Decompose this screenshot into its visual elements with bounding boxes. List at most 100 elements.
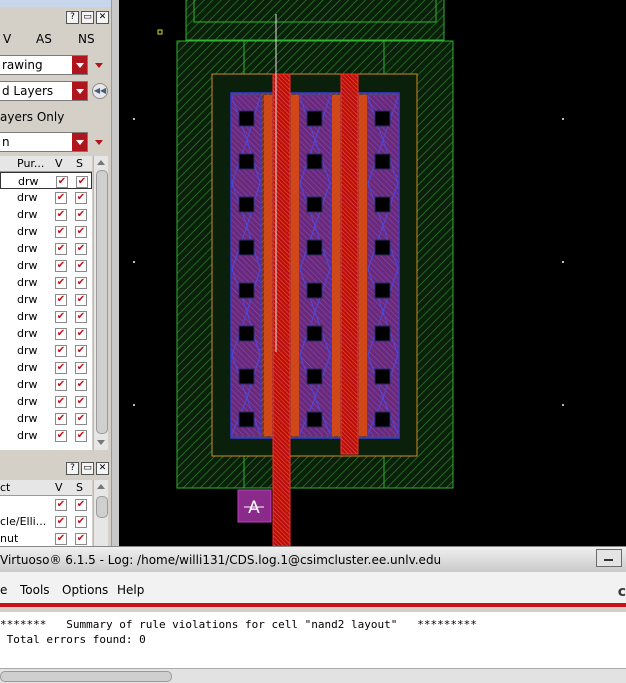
log-horizontal-scrollbar[interactable]: [0, 668, 626, 683]
visible-checkbox[interactable]: ✔: [55, 413, 67, 425]
menu-help[interactable]: Help: [117, 583, 144, 597]
chevron-down-icon[interactable]: [95, 140, 103, 145]
layer-row[interactable]: drw ✔ ✔: [0, 240, 92, 257]
layer-row[interactable]: drw ✔ ✔: [0, 427, 92, 444]
close-icon[interactable]: ✕: [96, 462, 109, 475]
layers-only-label[interactable]: ayers Only: [0, 110, 64, 124]
object-table-scrollbar[interactable]: [93, 480, 108, 546]
visible-checkbox[interactable]: ✔: [55, 379, 67, 391]
object-row[interactable]: ✔ ✔: [0, 496, 92, 513]
visible-checkbox[interactable]: ✔: [56, 176, 68, 188]
layer-row[interactable]: drw ✔ ✔: [0, 189, 92, 206]
close-icon[interactable]: ✕: [96, 11, 109, 24]
menu-options[interactable]: Options: [62, 583, 108, 597]
visible-checkbox[interactable]: ✔: [55, 277, 67, 289]
help-icon[interactable]: ?: [66, 462, 79, 475]
visible-checkbox[interactable]: ✔: [55, 533, 67, 545]
selectable-checkbox[interactable]: ✔: [75, 209, 87, 221]
visible-checkbox[interactable]: ✔: [55, 192, 67, 204]
layer-row[interactable]: drw ✔ ✔: [0, 257, 92, 274]
search-select[interactable]: n: [0, 132, 88, 152]
object-row[interactable]: cle/Elli... ✔ ✔: [0, 513, 92, 530]
visible-checkbox[interactable]: ✔: [55, 499, 67, 511]
layer-row[interactable]: drw ✔ ✔: [0, 308, 92, 325]
s-column-header[interactable]: S: [76, 156, 83, 171]
object-row[interactable]: nut ✔ ✔: [0, 530, 92, 546]
v-column-header[interactable]: V: [55, 156, 63, 171]
selectable-checkbox[interactable]: ✔: [75, 533, 87, 545]
v-toggle[interactable]: V: [3, 32, 11, 46]
layer-table-scrollbar[interactable]: [93, 156, 108, 450]
scroll-thumb[interactable]: [96, 496, 108, 518]
as-toggle[interactable]: AS: [36, 32, 52, 46]
visible-checkbox[interactable]: ✔: [55, 516, 67, 528]
visible-checkbox[interactable]: ✔: [55, 345, 67, 357]
visible-checkbox[interactable]: ✔: [55, 328, 67, 340]
layers-filter-select[interactable]: d Layers: [0, 81, 88, 101]
visible-checkbox[interactable]: ✔: [55, 226, 67, 238]
selectable-checkbox[interactable]: ✔: [75, 294, 87, 306]
selectable-checkbox[interactable]: ✔: [75, 345, 87, 357]
rewind-icon[interactable]: ◀◀: [92, 83, 108, 99]
selectable-checkbox[interactable]: ✔: [76, 176, 88, 188]
layer-row[interactable]: drw ✔ ✔: [0, 206, 92, 223]
layer-row[interactable]: drw ✔ ✔: [0, 376, 92, 393]
v-column-header[interactable]: V: [55, 480, 63, 495]
chevron-down-icon[interactable]: [72, 56, 87, 74]
layer-row[interactable]: drw ✔ ✔: [0, 172, 92, 189]
selectable-checkbox[interactable]: ✔: [75, 516, 87, 528]
visible-checkbox[interactable]: ✔: [55, 311, 67, 323]
layer-row[interactable]: drw ✔ ✔: [0, 393, 92, 410]
float-icon[interactable]: ▭: [81, 11, 94, 24]
s-column-header[interactable]: S: [76, 480, 83, 495]
help-icon[interactable]: ?: [66, 11, 79, 24]
float-icon[interactable]: ▭: [81, 462, 94, 475]
selectable-checkbox[interactable]: ✔: [75, 260, 87, 272]
selectable-checkbox[interactable]: ✔: [75, 243, 87, 255]
object-column-header[interactable]: ct: [0, 480, 10, 495]
purpose-select[interactable]: rawing: [0, 55, 88, 75]
layer-row[interactable]: drw ✔ ✔: [0, 291, 92, 308]
layout-canvas[interactable]: A: [119, 0, 626, 546]
selectable-checkbox[interactable]: ✔: [75, 379, 87, 391]
selectable-checkbox[interactable]: ✔: [75, 396, 87, 408]
menu-tools[interactable]: Tools: [20, 583, 50, 597]
layer-row[interactable]: drw ✔ ✔: [0, 342, 92, 359]
scroll-up-icon[interactable]: [97, 160, 105, 165]
scroll-thumb[interactable]: [96, 170, 108, 434]
visible-checkbox[interactable]: ✔: [55, 209, 67, 221]
visible-checkbox[interactable]: ✔: [55, 243, 67, 255]
visible-checkbox[interactable]: ✔: [55, 362, 67, 374]
selectable-checkbox[interactable]: ✔: [75, 311, 87, 323]
visible-checkbox[interactable]: ✔: [55, 294, 67, 306]
layer-row[interactable]: drw ✔ ✔: [0, 325, 92, 342]
selectable-checkbox[interactable]: ✔: [75, 499, 87, 511]
visible-checkbox[interactable]: ✔: [55, 260, 67, 272]
log-output[interactable]: ******* Summary of rule violations for c…: [0, 612, 626, 668]
scroll-up-icon[interactable]: [97, 484, 105, 489]
selectable-checkbox[interactable]: ✔: [75, 192, 87, 204]
selectable-checkbox[interactable]: ✔: [75, 413, 87, 425]
selectable-checkbox[interactable]: ✔: [75, 362, 87, 374]
ns-toggle[interactable]: NS: [78, 32, 95, 46]
layer-row[interactable]: drw ✔ ✔: [0, 410, 92, 427]
scroll-thumb[interactable]: [0, 671, 172, 682]
layout-drawing[interactable]: A: [119, 0, 626, 546]
layer-row[interactable]: drw ✔ ✔: [0, 223, 92, 240]
purpose-column-header[interactable]: Pur...: [17, 156, 44, 171]
selectable-checkbox[interactable]: ✔: [75, 430, 87, 442]
layer-purpose: drw: [17, 259, 38, 272]
chevron-down-icon[interactable]: [72, 82, 87, 100]
selectable-checkbox[interactable]: ✔: [75, 277, 87, 289]
layer-row[interactable]: drw ✔ ✔: [0, 274, 92, 291]
chevron-down-icon[interactable]: [72, 133, 87, 151]
layer-row[interactable]: drw ✔ ✔: [0, 359, 92, 376]
selectable-checkbox[interactable]: ✔: [75, 226, 87, 238]
visible-checkbox[interactable]: ✔: [55, 430, 67, 442]
scroll-down-icon[interactable]: [97, 440, 105, 445]
chevron-down-icon[interactable]: [95, 63, 103, 68]
minimize-button[interactable]: [596, 549, 622, 567]
visible-checkbox[interactable]: ✔: [55, 396, 67, 408]
menu-file[interactable]: e: [0, 583, 7, 597]
selectable-checkbox[interactable]: ✔: [75, 328, 87, 340]
